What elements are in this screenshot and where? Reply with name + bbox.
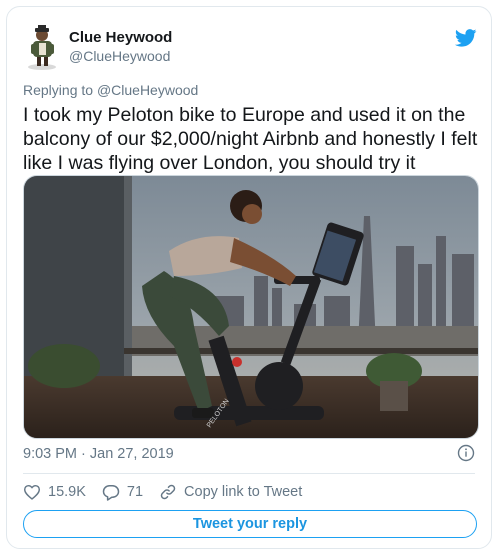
like-count: 15.9K — [48, 484, 86, 500]
link-icon — [160, 484, 176, 500]
info-icon[interactable] — [457, 444, 475, 462]
divider — [23, 473, 475, 474]
reply-context-prefix: Replying to — [23, 82, 94, 98]
reply-context: Replying to @ClueHeywood — [23, 82, 198, 98]
tweet-card: Clue Heywood @ClueHeywood Replying to @C… — [6, 6, 492, 549]
tweet-timestamp[interactable]: 9:03 PM · Jan 27, 2019 — [23, 446, 174, 462]
author-name[interactable]: Clue Heywood — [69, 29, 172, 46]
tweet-media-image[interactable]: PELOTON — [23, 175, 479, 439]
reply-count: 71 — [126, 484, 144, 500]
tweet-text: I took my Peloton bike to Europe and use… — [23, 104, 478, 174]
like-button[interactable]: 15.9K — [23, 484, 86, 500]
avatar[interactable] — [23, 25, 61, 71]
reply-button[interactable]: 71 — [102, 484, 143, 501]
reply-bubble-icon — [102, 484, 120, 501]
copy-link-button[interactable]: Copy link to Tweet — [159, 483, 302, 501]
heart-icon — [23, 484, 41, 500]
author-handle[interactable]: @ClueHeywood — [69, 48, 170, 64]
tweet-your-reply-button[interactable]: Tweet your reply — [23, 510, 477, 538]
tweet-actions: 15.9K 71 Copy link to Tweet — [23, 480, 302, 504]
reply-target-link[interactable]: @ClueHeywood — [97, 82, 198, 98]
copy-link-label: Copy link to Tweet — [184, 484, 303, 500]
twitter-bird-icon[interactable] — [454, 29, 477, 47]
